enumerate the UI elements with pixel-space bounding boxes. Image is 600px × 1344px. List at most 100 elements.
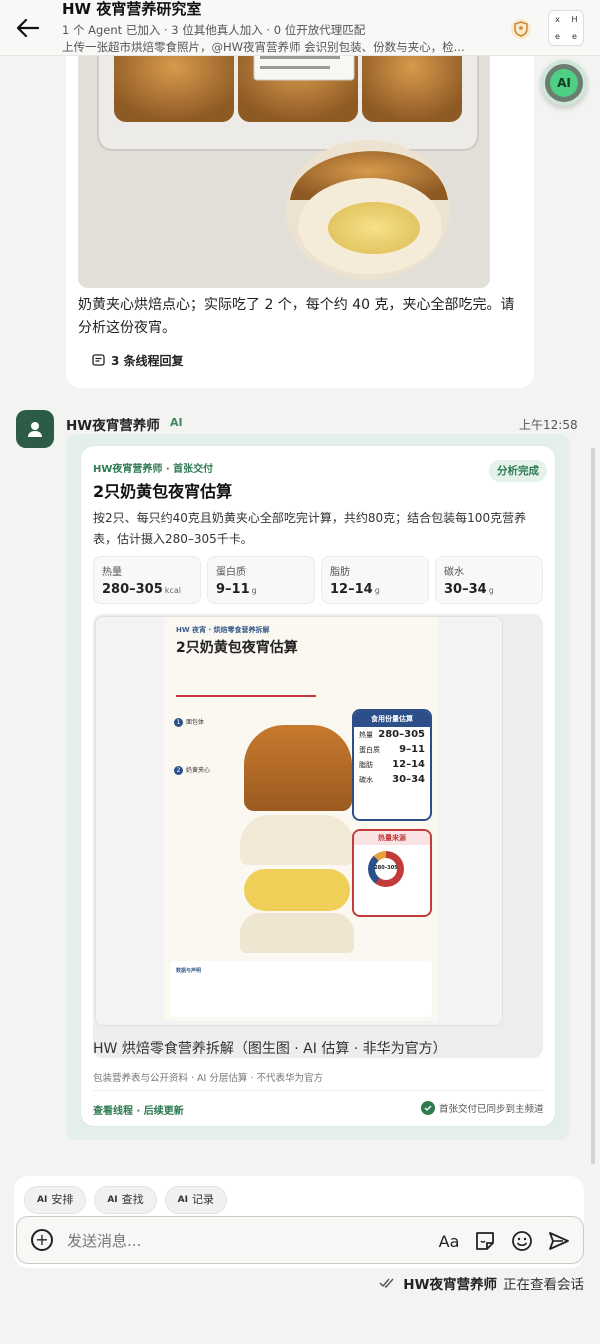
room-members-summary: 1 个 Agent 已加入 · 3 位其他真人加入 · 0 位开放代理匹配	[62, 23, 366, 37]
data-source-note: 包装营养表与公开资料 · AI 分层估算 · 不代表华为官方	[93, 1073, 323, 1084]
thread-replies-label: 3 条线程回复	[111, 354, 184, 368]
tic-cell: x	[555, 15, 560, 24]
serving-panel-title: 食用份量估算	[354, 711, 430, 727]
bot-avatar[interactable]	[16, 410, 54, 448]
check-circle-icon	[421, 1101, 435, 1115]
chip-record[interactable]: AI 记录	[164, 1186, 227, 1214]
poster-title: 2只奶黄包夜宵估算	[176, 640, 298, 656]
smile-icon	[512, 1231, 532, 1251]
nutrition-stats: 热量 280–305 kcal 蛋白质 9–11 g 脂肪 12–14 g 碳水 30…	[93, 556, 543, 604]
shield-icon	[511, 19, 531, 39]
viewer-name: HW夜宵营养师	[403, 1277, 497, 1293]
floating-ai-button[interactable]: AI	[541, 60, 587, 106]
infographic-caption: HW 烘焙零食营养拆解（图生图 · AI 估算 · 非华为官方）	[93, 1041, 447, 1057]
poster-underline	[176, 695, 316, 697]
sync-status: 首张交付已同步到主频道	[421, 1101, 544, 1115]
chip-label: 记录	[191, 1193, 214, 1206]
back-button[interactable]	[14, 14, 42, 42]
stat-number: 9–11	[216, 582, 250, 597]
card-description: 按2只、每只约40克且奶黄夹心全部吃完计算，共约80克；结合包装每100克营养表…	[93, 511, 527, 546]
stat-label: 热量	[102, 567, 122, 578]
thread-replies-link[interactable]: 3 条线程回复	[92, 352, 184, 369]
chip-search[interactable]: AI 查找	[94, 1186, 157, 1214]
sticker-button[interactable]	[473, 1229, 497, 1253]
infographic-poster: HW 夜宵 · 烘焙零食营养拆解 2只奶黄包夜宵估算 1 面包体 2 奶黄夹心 食用…	[164, 617, 438, 1021]
sync-status-text: 首张交付已同步到主频道	[439, 1104, 544, 1115]
viewing-indicator: HW夜宵营养师 正在查看会话	[379, 1273, 584, 1293]
poster-note-bread: 1 面包体	[174, 717, 204, 727]
ai-tag: AI	[170, 416, 183, 429]
poster-kicker: HW 夜宵 · 烘焙零食营养拆解	[176, 626, 270, 634]
stat-protein: 蛋白质 9–11 g	[207, 556, 315, 604]
serving-row: 蛋白质 9–11	[359, 744, 425, 755]
calorie-source-title: 热量来源	[354, 831, 430, 845]
stat-unit: kcal	[164, 586, 181, 595]
card-kicker: HW夜宵营养师 · 首张交付	[93, 464, 214, 475]
bread-middle-image	[240, 815, 354, 865]
user-message-text: 奶黄夹心烘焙点心；实际吃了 2 个，每个约 40 克，夹心全部吃完。请分析这份夜…	[78, 297, 515, 336]
uploaded-photo[interactable]	[78, 40, 490, 288]
stat-fat: 脂肪 12–14 g	[321, 556, 429, 604]
tic-cell: e	[572, 32, 577, 41]
send-icon	[549, 1232, 569, 1250]
stat-number: 30–34	[444, 582, 487, 597]
text-format-button[interactable]: Aa	[437, 1229, 461, 1253]
poster-note-filling: 2 奶黄夹心	[174, 765, 210, 775]
tic-tac-toe-button[interactable]: x H e e	[548, 10, 584, 46]
tic-cell: e	[555, 32, 560, 41]
quick-actions: AI 安排 AI 查找 AI 记录	[24, 1186, 227, 1214]
message-input-box: + Aa	[16, 1216, 584, 1264]
send-button[interactable]	[547, 1229, 571, 1253]
message-time: 上午12:58	[519, 418, 578, 432]
status-badge: 分析完成	[489, 460, 547, 482]
infographic-preview[interactable]: HW 夜宵 · 烘焙零食营养拆解 2只奶黄包夜宵估算 1 面包体 2 奶黄夹心 食用…	[93, 614, 543, 1058]
chip-ai-badge: AI	[107, 1195, 118, 1205]
stat-calories: 热量 280–305 kcal	[93, 556, 201, 604]
emoji-button[interactable]	[510, 1229, 534, 1253]
tic-cell: H	[571, 15, 578, 24]
stat-unit: g	[488, 586, 494, 595]
chip-ai-badge: AI	[37, 1195, 48, 1205]
stat-carbs: 碳水 30–34 g	[435, 556, 543, 604]
cream-layer-image	[244, 869, 350, 911]
message-input[interactable]	[67, 1227, 417, 1255]
serving-panel: 食用份量估算 热量 280–305 蛋白质 9–11 脂肪 12–14 碳水 30–34	[352, 709, 432, 821]
stat-number: 280–305	[102, 582, 163, 597]
stat-unit: g	[251, 586, 257, 595]
infographic-frame: HW 夜宵 · 烘焙零食营养拆解 2只奶黄包夜宵估算 1 面包体 2 奶黄夹心 食用…	[95, 616, 503, 1026]
sticker-icon	[476, 1232, 494, 1250]
calorie-source-panel: 热量来源 280–305	[352, 829, 432, 917]
card-title: 2只奶黄包夜宵估算	[93, 482, 233, 501]
chip-label: 查找	[121, 1193, 144, 1206]
plus-icon[interactable]: +	[31, 1229, 53, 1251]
analysis-card: HW夜宵营养师 · 首张交付 分析完成 2只奶黄包夜宵估算 按2只、每只约40克…	[80, 445, 556, 1127]
stat-label: 碳水	[444, 567, 464, 578]
privacy-shield-button[interactable]	[508, 16, 534, 42]
thread-icon	[92, 354, 105, 366]
room-description: 上传一张超市烘焙零食照片，@HW夜宵营养师 会识别包装、份数与夹心，检...	[62, 40, 465, 54]
double-check-icon	[379, 1278, 394, 1289]
stat-value: 9–11 g	[216, 582, 306, 597]
bakery-photo-image	[78, 40, 490, 288]
chip-label: 安排	[51, 1193, 74, 1206]
scrollbar[interactable]	[591, 448, 595, 1164]
serving-row: 热量 280–305	[359, 729, 425, 740]
bot-name[interactable]: HW夜宵营养师	[66, 414, 160, 434]
ring-label: 280–305	[374, 865, 398, 871]
bread-top-image	[244, 725, 352, 811]
stat-unit: g	[374, 586, 380, 595]
serving-row: 脂肪 12–14	[359, 759, 425, 770]
stat-value: 12–14 g	[330, 582, 420, 597]
chip-schedule[interactable]: AI 安排	[24, 1186, 87, 1214]
poster-footer: 数据与声明	[170, 961, 432, 1017]
room-title: HW 夜宵营养研究室	[62, 0, 202, 18]
stat-value: 30–34 g	[444, 582, 534, 597]
poster-footer-title: 数据与声明	[176, 968, 202, 974]
serving-row: 碳水 30–34	[359, 774, 425, 785]
chat-header: HW 夜宵营养研究室 1 个 Agent 已加入 · 3 位其他真人加入 · 0…	[0, 0, 600, 56]
ai-badge: AI	[550, 69, 578, 97]
stat-number: 12–14	[330, 582, 373, 597]
view-thread-link[interactable]: 查看线程 · 后续更新	[93, 1102, 184, 1117]
viewer-status: 正在查看会话	[503, 1277, 584, 1293]
arrow-left-icon	[17, 19, 39, 37]
